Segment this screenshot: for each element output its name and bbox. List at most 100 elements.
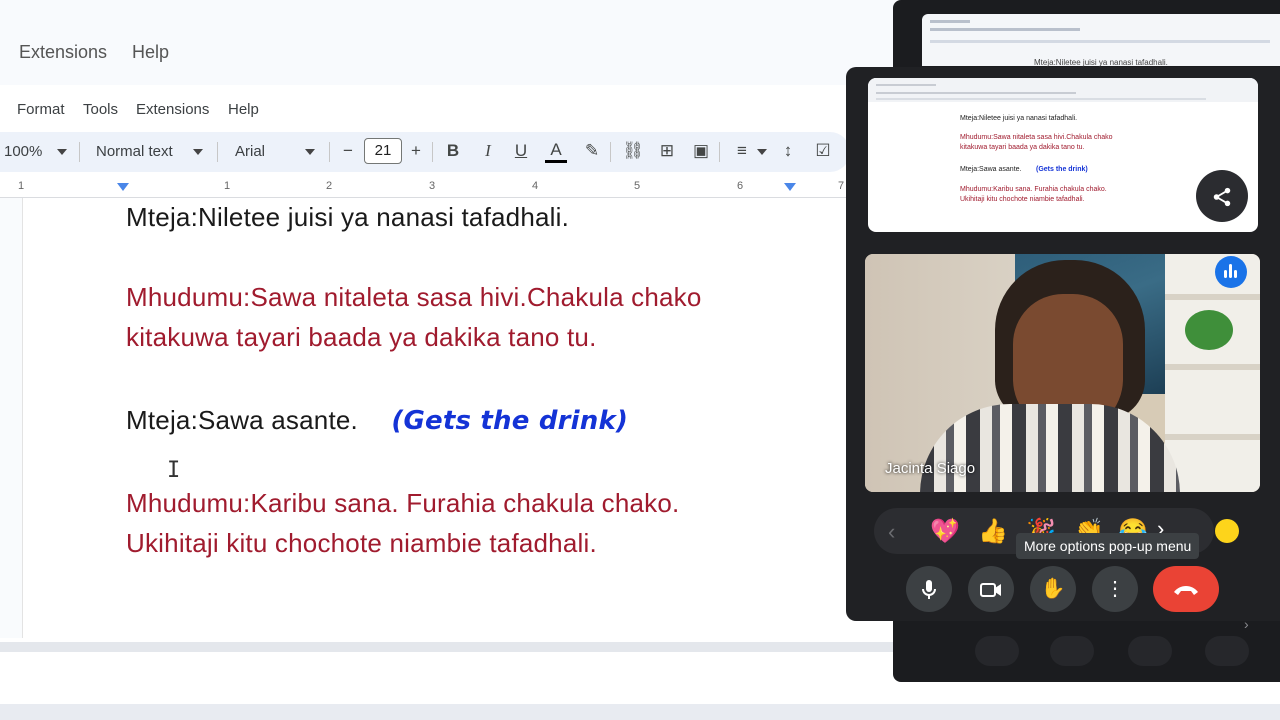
menu-extensions-2[interactable]: Extensions	[136, 101, 209, 118]
video-shelf	[1165, 364, 1260, 370]
participant-name: Jacinta Siago	[885, 460, 976, 477]
thumb-line: Mteja:Niletee juisi ya nanasi tafadhali.	[960, 115, 1078, 122]
comment-icon[interactable]: ⊞	[656, 141, 678, 161]
document-line: Mhudumu:Karibu sana. Furahia chakula cha…	[126, 488, 680, 518]
thumb-line: Mhudumu:Karibu sana. Furahia chakula cha…	[960, 186, 1107, 193]
background-doc-preview: Mteja:Niletee juisi ya nanasi tafadhali.	[922, 14, 1280, 67]
document-page[interactable]: Mteja:Niletee juisi ya nanasi tafadhali.…	[22, 198, 846, 638]
chevron-down-icon	[193, 149, 203, 155]
chevron-left-icon[interactable]: ‹	[888, 519, 895, 545]
reaction-heart[interactable]: 💖	[930, 517, 960, 546]
ruler-number: 1	[224, 180, 231, 192]
ruler: 1 1 2 3 4 5 6 7	[0, 178, 846, 198]
mini-doc-line: Mteja:Niletee juisi ya nanasi tafadhali.	[1034, 58, 1168, 67]
background-control	[975, 636, 1019, 666]
mini-toolbar	[930, 40, 1270, 43]
text-color-icon[interactable]: A	[545, 141, 567, 163]
share-icon[interactable]	[1196, 170, 1248, 222]
menu-extensions[interactable]: Extensions	[19, 42, 107, 63]
background-control	[1050, 636, 1094, 666]
document-canvas: Mteja:Niletee juisi ya nanasi tafadhali.…	[0, 198, 846, 638]
background-control	[1205, 636, 1249, 666]
link-icon[interactable]: ⛓	[622, 141, 644, 161]
docs-menubar-top: Extensions Help	[0, 0, 900, 85]
document-line: Mhudumu:Sawa nitaleta sasa hivi.Chakula …	[126, 282, 702, 312]
decrease-font-size-button[interactable]: −	[337, 141, 359, 161]
underline-icon[interactable]: U	[510, 141, 532, 161]
line-spacing-icon[interactable]: ↕	[777, 141, 799, 161]
toolbar-divider	[329, 142, 330, 162]
toolbar-divider	[79, 142, 80, 162]
font-select[interactable]: Arial	[235, 143, 265, 160]
audio-bar	[1229, 264, 1232, 278]
menu-tools[interactable]: Tools	[83, 101, 118, 118]
toolbar-divider	[217, 142, 218, 162]
video-shelf-wall	[1165, 254, 1260, 492]
skin-tone-icon[interactable]	[1215, 519, 1239, 543]
end-call-icon[interactable]	[1153, 566, 1219, 612]
menu-help[interactable]: Help	[132, 42, 169, 63]
thumb-tools	[876, 98, 1206, 100]
menu-format[interactable]: Format	[17, 101, 65, 118]
thumb-menu	[876, 92, 1076, 94]
bold-icon[interactable]: B	[442, 141, 464, 161]
thumb-line: Ukihitaji kitu chochote niambie tafadhal…	[960, 196, 1085, 203]
more-options-icon[interactable]: ⋮	[1092, 566, 1138, 612]
thumb-line: Mteja:Sawa asante.	[960, 166, 1022, 173]
docs-toolbar: 100% Normal text Arial − 21 + B I U A ✎ …	[0, 132, 850, 172]
document-line: Ukihitaji kitu chochote niambie tafadhal…	[126, 528, 597, 558]
ruler-number: 5	[634, 180, 641, 192]
taskbar-strip	[0, 704, 1280, 720]
chevron-down-icon	[757, 149, 767, 155]
ruler-number: 7	[838, 180, 845, 192]
audio-bar	[1224, 270, 1227, 278]
microphone-icon[interactable]	[906, 566, 952, 612]
menu-help-2[interactable]: Help	[228, 101, 259, 118]
checklist-icon[interactable]: ☑	[812, 141, 834, 161]
ruler-number: 1	[18, 180, 25, 192]
toolbar-divider	[432, 142, 433, 162]
document-line: Mteja:Niletee juisi ya nanasi tafadhali.	[126, 202, 570, 232]
italic-icon[interactable]: I	[477, 141, 499, 161]
toolbar-divider	[719, 142, 720, 162]
zoom-select[interactable]: 100%	[4, 143, 42, 160]
toolbar-divider	[610, 142, 611, 162]
audio-bar	[1234, 270, 1237, 278]
chevron-down-icon	[305, 149, 315, 155]
thumb-title	[876, 84, 936, 86]
mini-menu	[930, 28, 1080, 31]
increase-font-size-button[interactable]: +	[405, 141, 427, 161]
thumb-line: kitakuwa tayari baada ya dakika tano tu.	[960, 144, 1085, 151]
thumb-line: (Gets the drink)	[1036, 166, 1088, 173]
reaction-thumbs-up[interactable]: 👍	[978, 517, 1008, 546]
ruler-number: 2	[326, 180, 333, 192]
indent-marker-icon[interactable]	[117, 183, 129, 191]
font-size-input[interactable]: 21	[364, 138, 402, 164]
ruler-number: 3	[429, 180, 436, 192]
camera-icon[interactable]	[968, 566, 1014, 612]
align-icon[interactable]: ≡	[731, 141, 753, 161]
text-cursor-icon: I	[167, 458, 181, 483]
document-line-text: Mteja:Sawa asante.	[126, 405, 358, 435]
highlight-icon[interactable]: ✎	[581, 141, 603, 161]
docs-menubar: Format Tools Extensions Help	[0, 92, 850, 126]
tooltip: More options pop-up menu	[1016, 533, 1200, 559]
chevron-right-icon[interactable]: ›	[1244, 616, 1249, 632]
thumb-line: Mhudumu:Sawa nitaleta sasa hivi.Chakula …	[960, 134, 1113, 141]
background-control	[1128, 636, 1172, 666]
video-plant	[1185, 310, 1233, 350]
document-line: kitakuwa tayari baada ya dakika tano tu.	[126, 322, 597, 352]
style-select[interactable]: Normal text	[96, 143, 173, 160]
horizontal-scrollbar[interactable]	[0, 642, 900, 652]
mini-title	[930, 20, 970, 23]
image-icon[interactable]: ▣	[690, 141, 712, 161]
stage-direction: (Gets the drink)	[391, 406, 629, 436]
chevron-down-icon	[57, 149, 67, 155]
ruler-number: 4	[532, 180, 539, 192]
video-shelf	[1165, 434, 1260, 440]
raise-hand-icon[interactable]: ✋	[1030, 566, 1076, 612]
right-margin-marker-icon[interactable]	[784, 183, 796, 191]
video-shelf	[1165, 294, 1260, 300]
participant-video-tile[interactable]	[865, 254, 1260, 492]
ruler-number: 6	[737, 180, 744, 192]
